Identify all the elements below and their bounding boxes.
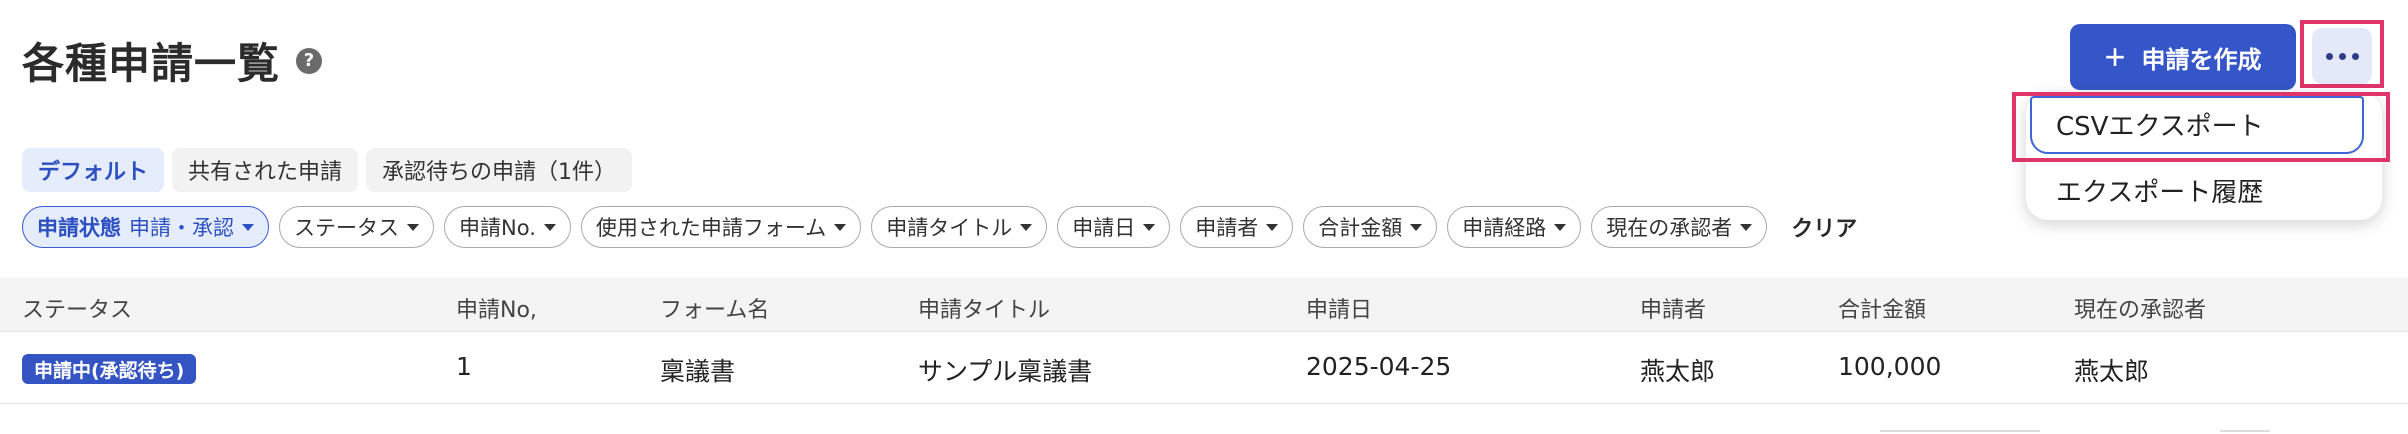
plus-icon: + <box>2104 36 2126 77</box>
menu-item-export-history[interactable]: エクスポート履歴 <box>2056 172 2263 209</box>
caret-down-icon <box>1143 223 1156 231</box>
caret-down-icon <box>1266 223 1279 231</box>
tab-shared[interactable]: 共有された申請 <box>172 148 359 192</box>
cell-no: 1 <box>456 352 472 381</box>
cell-title: サンプル稟議書 <box>918 357 1093 386</box>
filter-date[interactable]: 申請日 <box>1057 206 1171 248</box>
pagination-fragment <box>2220 430 2270 434</box>
filter-status[interactable]: ステータス <box>279 206 434 248</box>
column-header-amount[interactable]: 合計金額 <box>1838 292 1926 324</box>
table-header: ステータス 申請No, フォーム名 申請タイトル 申請日 申請者 合計金額 現在… <box>0 278 2408 332</box>
filter-application-no[interactable]: 申請No. <box>444 206 571 248</box>
table-row[interactable]: 申請中(承認待ち) 1 稟議書 サンプル稟議書 2025-04-25 燕太郎 1… <box>0 332 2408 404</box>
caret-down-icon <box>1740 223 1753 231</box>
create-button-label: 申請を作成 <box>2141 46 2262 74</box>
cell-approver: 燕太郎 <box>2074 357 2150 386</box>
filter-applicant[interactable]: 申請者 <box>1180 206 1294 248</box>
status-badge: 申請中(承認待ち) <box>22 354 197 384</box>
cell-applicant: 燕太郎 <box>1640 357 1716 386</box>
filter-current-approver[interactable]: 現在の承認者 <box>1591 206 1768 248</box>
caret-down-icon <box>1554 223 1567 231</box>
cell-date: 2025-04-25 <box>1306 352 1452 381</box>
cell-form: 稟議書 <box>660 357 736 386</box>
caret-down-icon <box>834 223 847 231</box>
caret-down-icon <box>407 223 419 231</box>
column-header-date[interactable]: 申請日 <box>1306 292 1372 324</box>
pagination-fragment <box>1880 430 2040 434</box>
filter-bar: 申請状態 申請・承認 ステータス 申請No. 使用された申請フォーム 申請タイト… <box>22 206 1857 248</box>
column-header-status[interactable]: ステータス <box>22 292 132 324</box>
create-application-button[interactable]: + 申請を作成 <box>2070 24 2296 90</box>
tab-pending-approval[interactable]: 承認待ちの申請（1件） <box>366 148 633 192</box>
page-header: 各種申請一覧 ? <box>22 30 323 91</box>
caret-down-icon <box>1410 223 1423 231</box>
caret-down-icon <box>242 223 254 231</box>
view-tabs: デフォルト 共有された申請 承認待ちの申請（1件） <box>22 148 633 192</box>
clear-filters-link[interactable]: クリア <box>1791 211 1857 243</box>
page-title: 各種申請一覧 <box>22 39 281 88</box>
caret-down-icon <box>1020 223 1033 231</box>
column-header-form[interactable]: フォーム名 <box>660 292 769 324</box>
filter-title[interactable]: 申請タイトル <box>871 206 1048 248</box>
filter-route[interactable]: 申請経路 <box>1447 206 1582 248</box>
csv-export-highlight <box>2012 92 2390 162</box>
column-header-applicant[interactable]: 申請者 <box>1640 292 1706 324</box>
filter-application-state[interactable]: 申請状態 申請・承認 <box>22 206 269 248</box>
filter-key: 申請状態 <box>37 216 121 240</box>
caret-down-icon <box>543 223 556 231</box>
column-header-title[interactable]: 申請タイトル <box>918 292 1050 324</box>
column-header-no[interactable]: 申請No, <box>456 292 537 324</box>
cell-amount: 100,000 <box>1838 352 1942 381</box>
more-button-highlight <box>2300 20 2384 88</box>
filter-value: 申請・承認 <box>129 216 234 240</box>
column-header-approver[interactable]: 現在の承認者 <box>2074 292 2206 324</box>
filter-form[interactable]: 使用された申請フォーム <box>580 206 862 248</box>
filter-amount[interactable]: 合計金額 <box>1303 206 1438 248</box>
help-icon[interactable]: ? <box>296 47 323 74</box>
tab-default[interactable]: デフォルト <box>22 148 165 192</box>
